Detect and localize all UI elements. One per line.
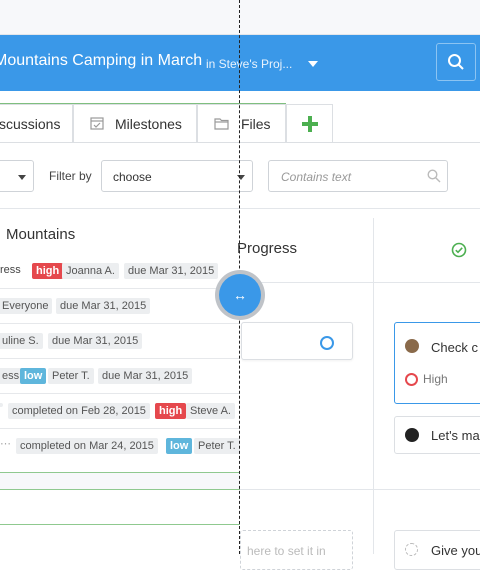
priority-badge: high (32, 263, 64, 279)
row-text: ress (0, 264, 21, 276)
avatar (405, 428, 419, 442)
priority-badge: low (166, 438, 193, 454)
assignee-tag: uline S. (0, 333, 43, 349)
list-item[interactable]: ⋯ completed on Mar 24, 2015 low Peter T. (0, 429, 240, 464)
project-subtitle[interactable]: in Steve's Proj... (206, 57, 292, 71)
column-title-mountains: Mountains (6, 226, 76, 243)
tab-discussions[interactable]: scussions (0, 104, 73, 142)
assignee-tag: Joanna A. (62, 263, 119, 279)
list-item[interactable]: completed on Feb 28, 2015 high Steve A. (0, 394, 240, 429)
task-card[interactable]: Give you (394, 530, 480, 570)
status-circle-icon[interactable] (320, 336, 334, 350)
date-tag: due Mar 31, 2015 (98, 368, 193, 384)
tab-milestones-label: Milestones (115, 116, 182, 132)
list-item[interactable]: Everyone due Mar 31, 2015 (0, 289, 240, 324)
date-tag: due Mar 31, 2015 (56, 298, 151, 314)
assignee-tag: Peter T. (48, 368, 94, 384)
search-icon (448, 54, 464, 70)
card-dropzone[interactable]: here to set it in (240, 530, 353, 570)
board-top-border (0, 208, 480, 209)
search-icon (427, 169, 441, 183)
filter-bar: Filter by choose (0, 143, 480, 213)
assignee-tag: Peter T. (194, 438, 240, 454)
search-button[interactable] (436, 43, 476, 81)
priority-circle-icon (405, 373, 418, 386)
list-item[interactable]: ess low Peter T. due Mar 31, 2015 (0, 359, 240, 394)
priority-badge: high (155, 403, 187, 419)
filter-select[interactable]: choose (101, 160, 253, 192)
calendar-check-icon (90, 117, 104, 130)
card-title: Give you (431, 543, 480, 558)
project-title[interactable]: Mountains Camping in March (0, 52, 202, 70)
search-field[interactable] (268, 160, 448, 192)
assignee-tag: Everyone (0, 298, 53, 314)
arrows-horizontal-icon: ↔ (219, 274, 261, 316)
tab-discussions-label: scussions (0, 116, 61, 132)
task-card[interactable]: Let's ma (394, 416, 480, 454)
swimlane-accent-line (0, 524, 240, 525)
swimlane-accent-line (0, 472, 240, 473)
list-item[interactable]: ress high Joanna A. due Mar 31, 2015 (0, 254, 240, 289)
compare-drag-handle[interactable]: ↔ (215, 270, 265, 320)
card-priority: High (423, 372, 448, 386)
handle-symbol: ↔ (233, 287, 247, 303)
avatar (405, 339, 419, 353)
search-input[interactable] (279, 167, 413, 187)
header-divider (240, 282, 480, 283)
swimlane-accent-line (0, 489, 240, 490)
plus-icon (302, 116, 318, 132)
swimlane-divider (240, 489, 480, 490)
date-tag: due Mar 31, 2015 (48, 333, 143, 349)
task-card[interactable] (241, 322, 353, 360)
filter-label: Filter by (49, 169, 92, 183)
folder-icon (214, 118, 229, 130)
chevron-down-icon (18, 175, 26, 180)
check-circle-icon (451, 242, 467, 258)
browser-top-strip (0, 0, 480, 35)
list-item[interactable]: uline S. due Mar 31, 2015 (0, 324, 240, 359)
date-tag: due Mar 31, 2015 (124, 263, 219, 279)
tab-files-label: Files (241, 116, 271, 132)
date-tag: completed on Feb 28, 2015 (8, 403, 150, 419)
assignee-tag: Steve A. (186, 403, 235, 419)
status-circle-icon[interactable] (405, 543, 418, 556)
date-tag: completed on Mar 24, 2015 (16, 438, 158, 454)
tab-files[interactable]: Files (197, 104, 286, 142)
filter-select-value: choose (113, 170, 152, 184)
project-header: Mountains Camping in March in Steve's Pr… (0, 35, 480, 91)
column-title-progress: Progress (237, 240, 298, 257)
priority-badge: low (20, 368, 47, 384)
project-dropdown-icon[interactable] (308, 61, 318, 67)
dropzone-hint: here to set it in (247, 544, 326, 558)
card-title: Let's ma (431, 428, 480, 443)
add-tab-button[interactable] (286, 104, 333, 142)
drag-handle-icon[interactable]: ⋯ (0, 437, 11, 450)
list-footer (0, 472, 240, 490)
column-divider (373, 218, 374, 554)
view-select[interactable] (0, 160, 34, 192)
task-card-selected[interactable]: Check c High (394, 322, 480, 404)
tab-milestones[interactable]: Milestones (73, 104, 197, 142)
row-stub-tag (0, 403, 3, 407)
card-title: Check c (431, 340, 478, 355)
